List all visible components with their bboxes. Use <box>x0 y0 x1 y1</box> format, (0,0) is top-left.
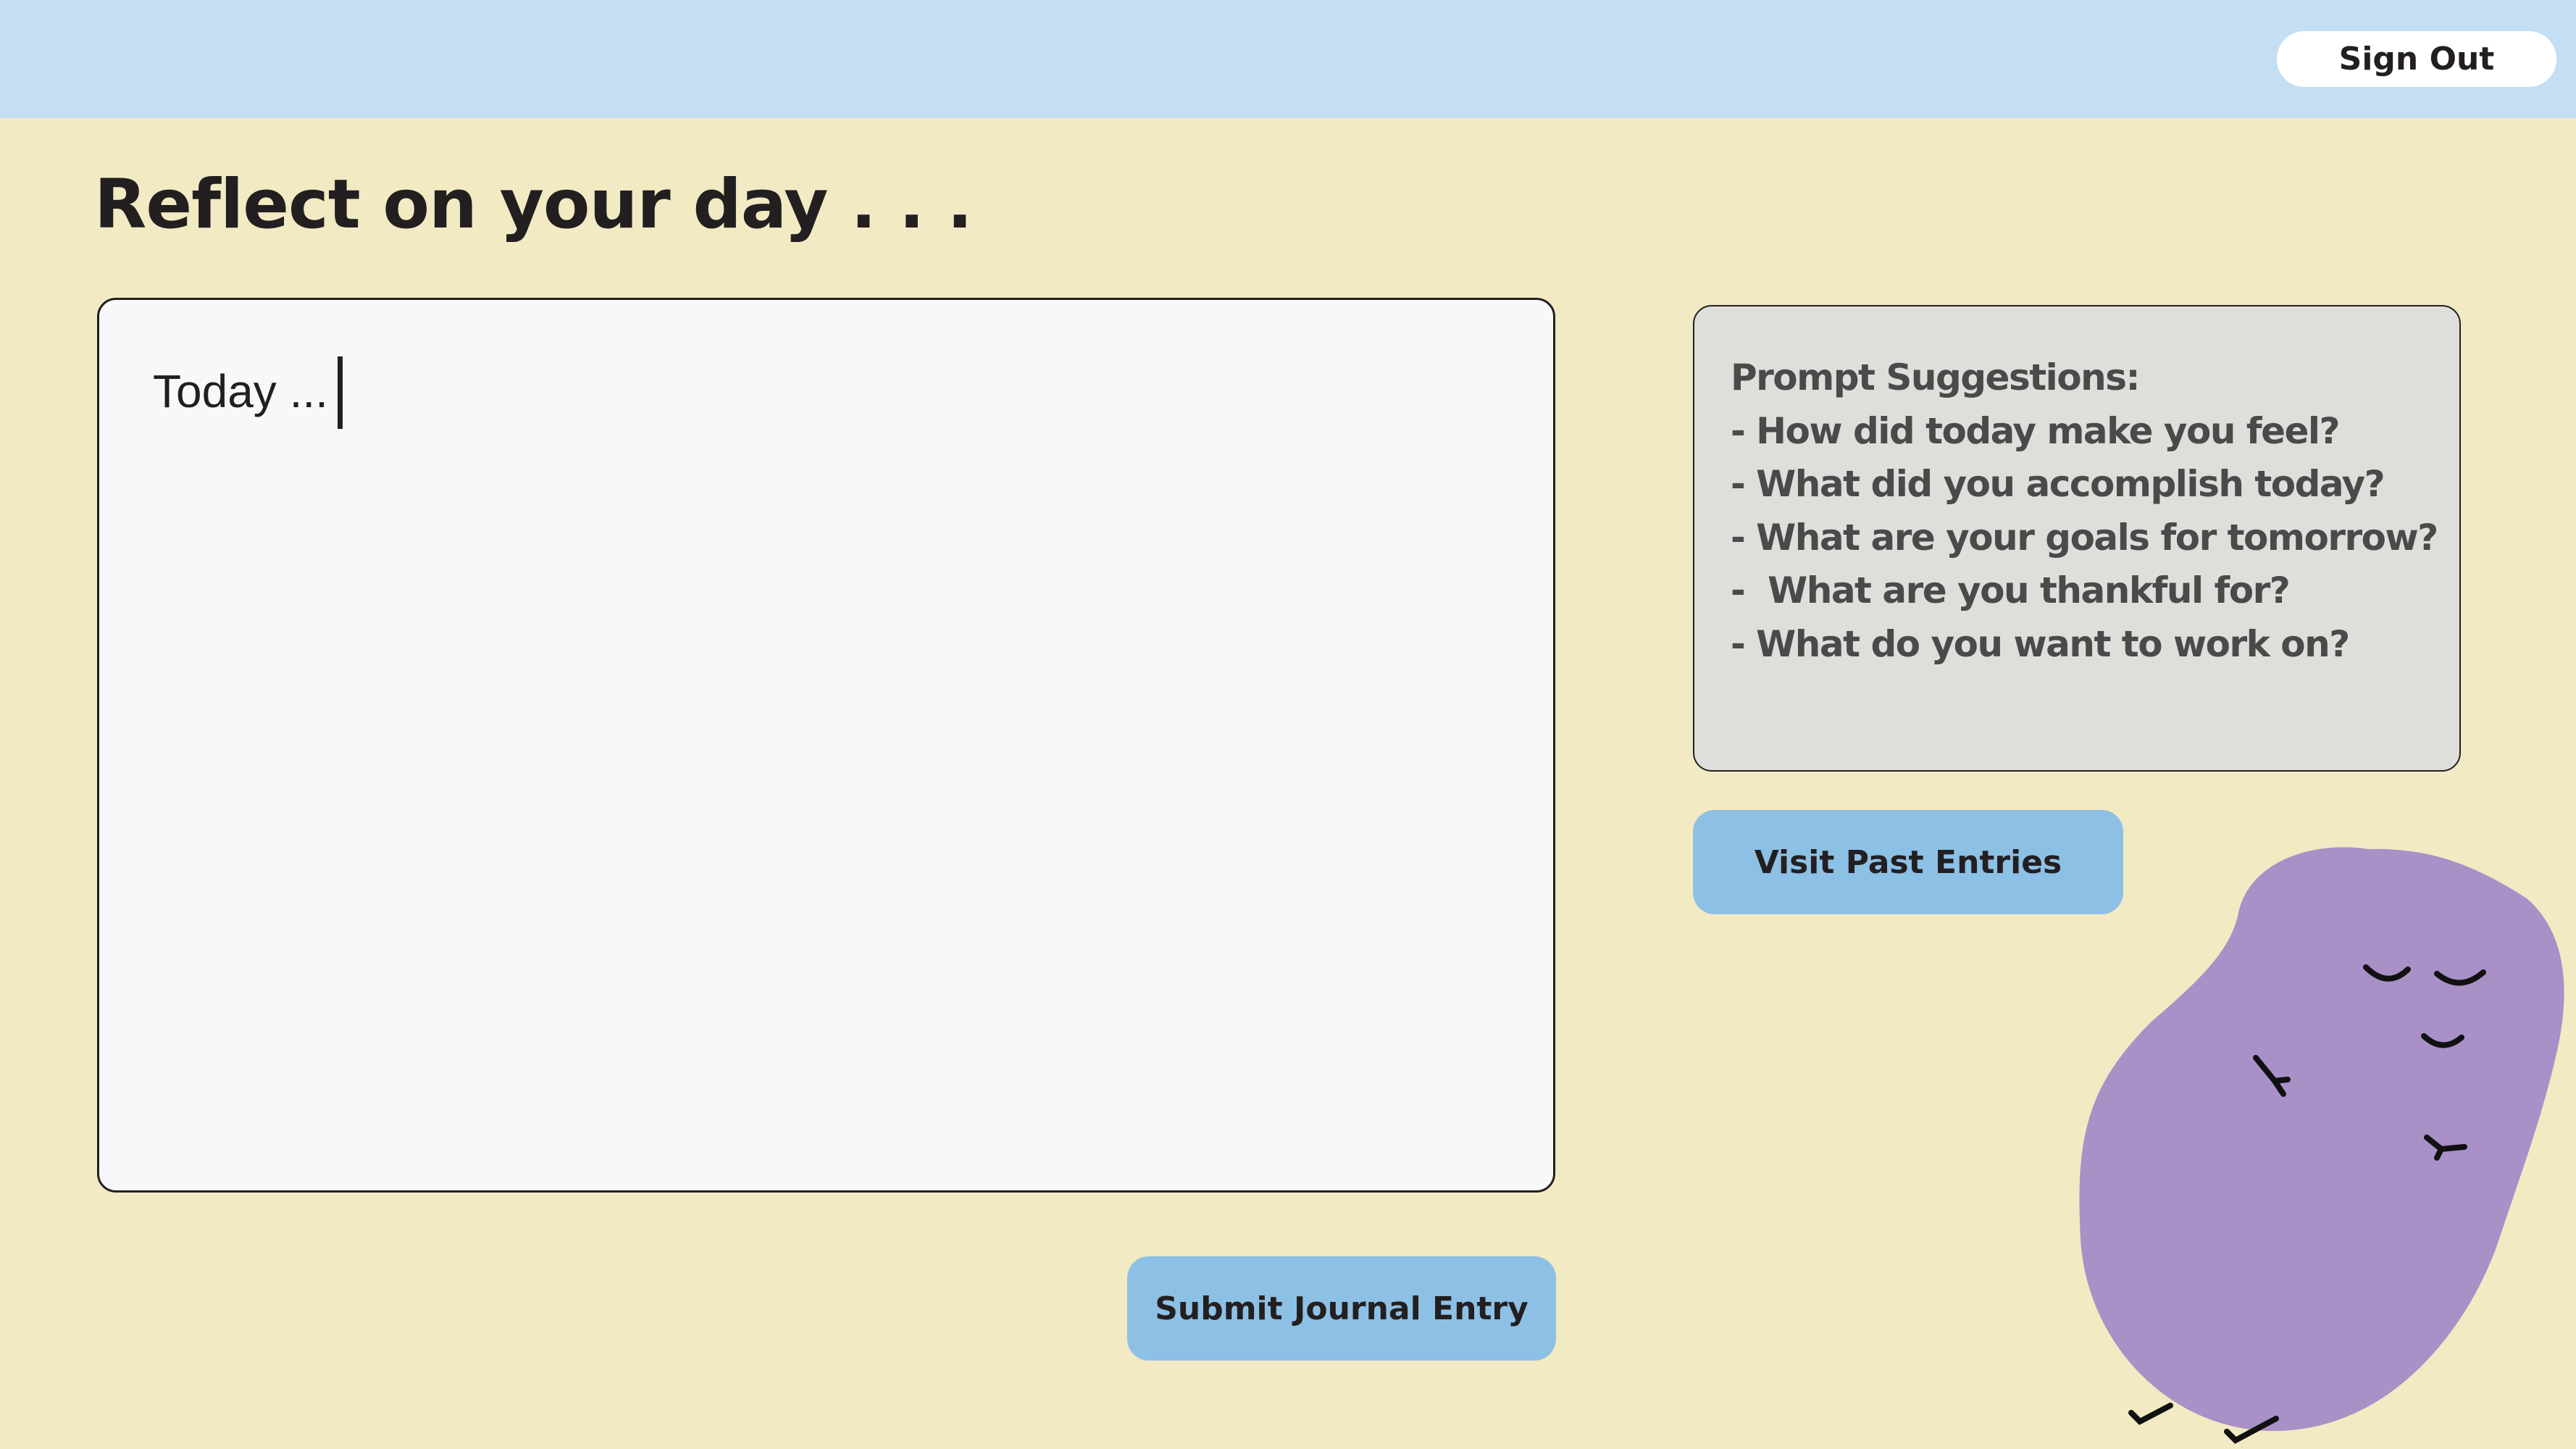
prompt-suggestions-heading: Prompt Suggestions: <box>1731 356 2140 398</box>
journal-entry-textarea[interactable]: Today ... <box>97 298 1555 1193</box>
prompt-item: - What do you want to work on? <box>1731 622 2350 665</box>
sign-out-button[interactable]: Sign Out <box>2277 31 2556 87</box>
prompt-item: - What are your goals for tomorrow? <box>1731 516 2438 559</box>
prompt-item: - How did today make you feel? <box>1731 409 2341 452</box>
submit-journal-entry-button[interactable]: Submit Journal Entry <box>1127 1256 1556 1361</box>
visit-past-entries-button[interactable]: Visit Past Entries <box>1693 810 2123 914</box>
page-title: Reflect on your day . . . <box>94 165 973 244</box>
sleeping-blob-mascot-icon <box>2079 847 2564 1444</box>
prompt-item: - What are you thankful for? <box>1731 569 2291 611</box>
top-bar: Sign Out <box>0 0 2576 118</box>
prompt-suggestions-panel: Prompt Suggestions: - How did today make… <box>1693 305 2461 772</box>
journal-entry-text: Today ... <box>153 365 328 417</box>
prompt-item: - What did you accomplish today? <box>1731 463 2385 505</box>
mascot-body <box>2079 847 2564 1432</box>
text-cursor <box>338 356 343 429</box>
mascot-left-foot <box>2128 1403 2173 1425</box>
